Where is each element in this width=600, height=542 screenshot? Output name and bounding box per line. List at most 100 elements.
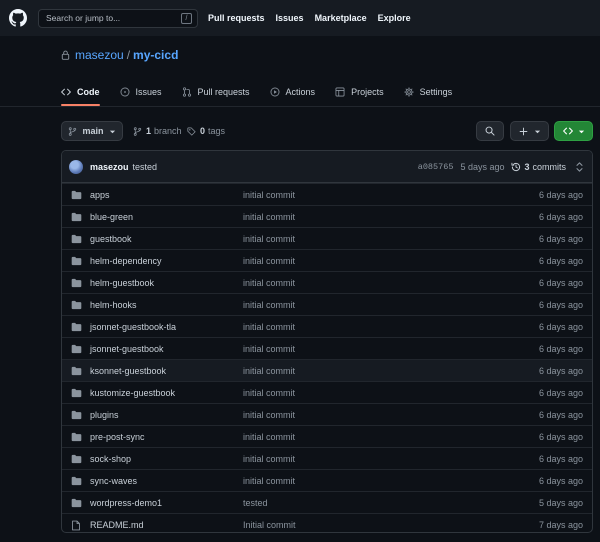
file-name-link[interactable]: plugins [90, 410, 119, 420]
file-commit-message-link[interactable]: initial commit [243, 388, 295, 398]
table-row[interactable]: helm-guestbook initial commit 6 days ago [62, 271, 592, 293]
file-commit-message-link[interactable]: Initial commit [243, 520, 296, 530]
file-name-link[interactable]: pre-post-sync [90, 432, 145, 442]
folder-icon [71, 278, 82, 290]
table-row[interactable]: wordpress-demo1 tested 5 days ago [62, 491, 592, 513]
tab-settings[interactable]: Settings [403, 82, 452, 106]
file-age: 6 days ago [538, 277, 583, 288]
file-commit-message-link[interactable]: initial commit [243, 322, 295, 332]
table-row[interactable]: plugins initial commit 6 days ago [62, 403, 592, 425]
file-commit-message-link[interactable]: initial commit [243, 278, 295, 288]
code-dropdown-button[interactable] [554, 121, 593, 141]
commit-sha-link[interactable]: a085765 [418, 162, 454, 172]
commit-author-link[interactable]: masezou [90, 162, 129, 172]
file-commit-message-link[interactable]: initial commit [243, 190, 295, 200]
folder-icon [71, 212, 82, 224]
file-name-link[interactable]: helm-hooks [90, 300, 137, 310]
table-row[interactable]: helm-hooks initial commit 6 days ago [62, 293, 592, 315]
folder-icon [71, 300, 82, 312]
table-row[interactable]: README.md Initial commit 7 days ago [62, 513, 592, 532]
file-name-link[interactable]: sock-shop [90, 454, 131, 464]
tab-pull-requests[interactable]: Pull requests [182, 82, 250, 106]
file-age: 6 days ago [538, 409, 583, 420]
file-commit-message-link[interactable]: initial commit [243, 454, 295, 464]
file-icon [71, 520, 81, 532]
table-row[interactable]: sync-waves initial commit 6 days ago [62, 469, 592, 491]
commit-message-link[interactable]: tested [133, 162, 158, 172]
tab-projects-label: Projects [351, 87, 384, 97]
table-row[interactable]: sock-shop initial commit 6 days ago [62, 447, 592, 469]
file-commit-message-link[interactable]: initial commit [243, 212, 295, 222]
commit-details: a085765 5 days ago 3 commits [418, 162, 584, 172]
repo-name-link[interactable]: my-cicd [133, 48, 178, 62]
play-icon [270, 87, 280, 97]
folder-icon [71, 432, 82, 444]
file-name-link[interactable]: README.md [90, 520, 144, 530]
go-to-file-button[interactable] [476, 121, 504, 141]
tab-issues-label: Issues [135, 87, 162, 97]
file-name-link[interactable]: wordpress-demo1 [90, 498, 162, 508]
file-commit-message-link[interactable]: initial commit [243, 432, 295, 442]
table-row[interactable]: guestbook initial commit 6 days ago [62, 227, 592, 249]
add-file-button[interactable] [510, 121, 549, 141]
table-row[interactable]: pre-post-sync initial commit 6 days ago [62, 425, 592, 447]
branch-icon [69, 126, 77, 136]
expand-icon[interactable] [575, 161, 584, 172]
branch-count: 1 [146, 126, 152, 136]
table-row[interactable]: jsonnet-guestbook initial commit 6 days ag… [62, 337, 592, 359]
branches-link[interactable]: 1 branch [133, 122, 182, 140]
repo-title: masezou / my-cicd [61, 47, 178, 63]
tab-actions[interactable]: Actions [270, 82, 315, 106]
table-row[interactable]: helm-dependency initial commit 6 days ago [62, 249, 592, 271]
global-nav: Pull requests Issues Marketplace Explore [208, 13, 422, 23]
branch-label: branch [154, 126, 182, 136]
file-name-link[interactable]: helm-dependency [90, 256, 162, 266]
nav-issues[interactable]: Issues [276, 13, 304, 23]
file-name-link[interactable]: jsonnet-guestbook-tla [90, 322, 176, 332]
table-row[interactable]: jsonnet-guestbook-tla initial commit 6 day… [62, 315, 592, 337]
file-age: 6 days ago [538, 387, 583, 398]
file-commit-message-link[interactable]: initial commit [243, 300, 295, 310]
file-commit-message-link[interactable]: initial commit [243, 256, 295, 266]
tags-link[interactable]: 0 tags [187, 122, 225, 140]
repo-owner-link[interactable]: masezou [75, 48, 124, 62]
commits-history-link[interactable]: 3 commits [511, 162, 566, 172]
file-name-link[interactable]: jsonnet-guestbook [90, 344, 164, 354]
file-name-link[interactable]: ksonnet-guestbook [90, 366, 166, 376]
file-name-link[interactable]: sync-waves [90, 476, 137, 486]
file-commit-message-link[interactable]: initial commit [243, 410, 295, 420]
nav-explore[interactable]: Explore [378, 13, 411, 23]
folder-icon [71, 498, 82, 510]
branch-select-button[interactable]: main [61, 121, 123, 141]
file-name-link[interactable]: guestbook [90, 234, 132, 244]
file-commit-message-link[interactable]: initial commit [243, 344, 295, 354]
nav-marketplace[interactable]: Marketplace [315, 13, 367, 23]
file-name-link[interactable]: blue-green [90, 212, 133, 222]
table-row[interactable]: ksonnet-guestbook initial commit 6 days ag… [62, 359, 592, 381]
file-name-link[interactable]: helm-guestbook [90, 278, 154, 288]
tab-code[interactable]: Code [61, 82, 100, 106]
github-logo-icon[interactable] [9, 9, 27, 27]
repo-separator: / [126, 48, 131, 62]
tab-issues[interactable]: Issues [120, 82, 162, 106]
lock-icon [61, 50, 70, 60]
table-row[interactable]: apps initial commit 6 days ago [62, 183, 592, 205]
folder-icon [71, 476, 82, 488]
file-age: 6 days ago [538, 211, 583, 222]
file-name-link[interactable]: kustomize-guestbook [90, 388, 175, 398]
nav-pull-requests[interactable]: Pull requests [208, 13, 265, 23]
chevron-down-icon [534, 130, 540, 133]
search-input[interactable]: Search or jump to... / [38, 8, 198, 28]
table-row[interactable]: kustomize-guestbook initial commit 6 days … [62, 381, 592, 403]
tab-projects[interactable]: Projects [335, 82, 384, 106]
file-commit-message-link[interactable]: initial commit [243, 234, 295, 244]
file-age: 6 days ago [538, 431, 583, 442]
file-commit-message-link[interactable]: initial commit [243, 476, 295, 486]
plus-icon [519, 127, 527, 135]
avatar[interactable] [69, 159, 83, 174]
file-name-link[interactable]: apps [90, 190, 110, 200]
file-commit-message-link[interactable]: tested [243, 498, 268, 508]
file-commit-message-link[interactable]: initial commit [243, 366, 295, 376]
table-row[interactable]: blue-green initial commit 6 days ago [62, 205, 592, 227]
file-age: 6 days ago [538, 189, 583, 200]
